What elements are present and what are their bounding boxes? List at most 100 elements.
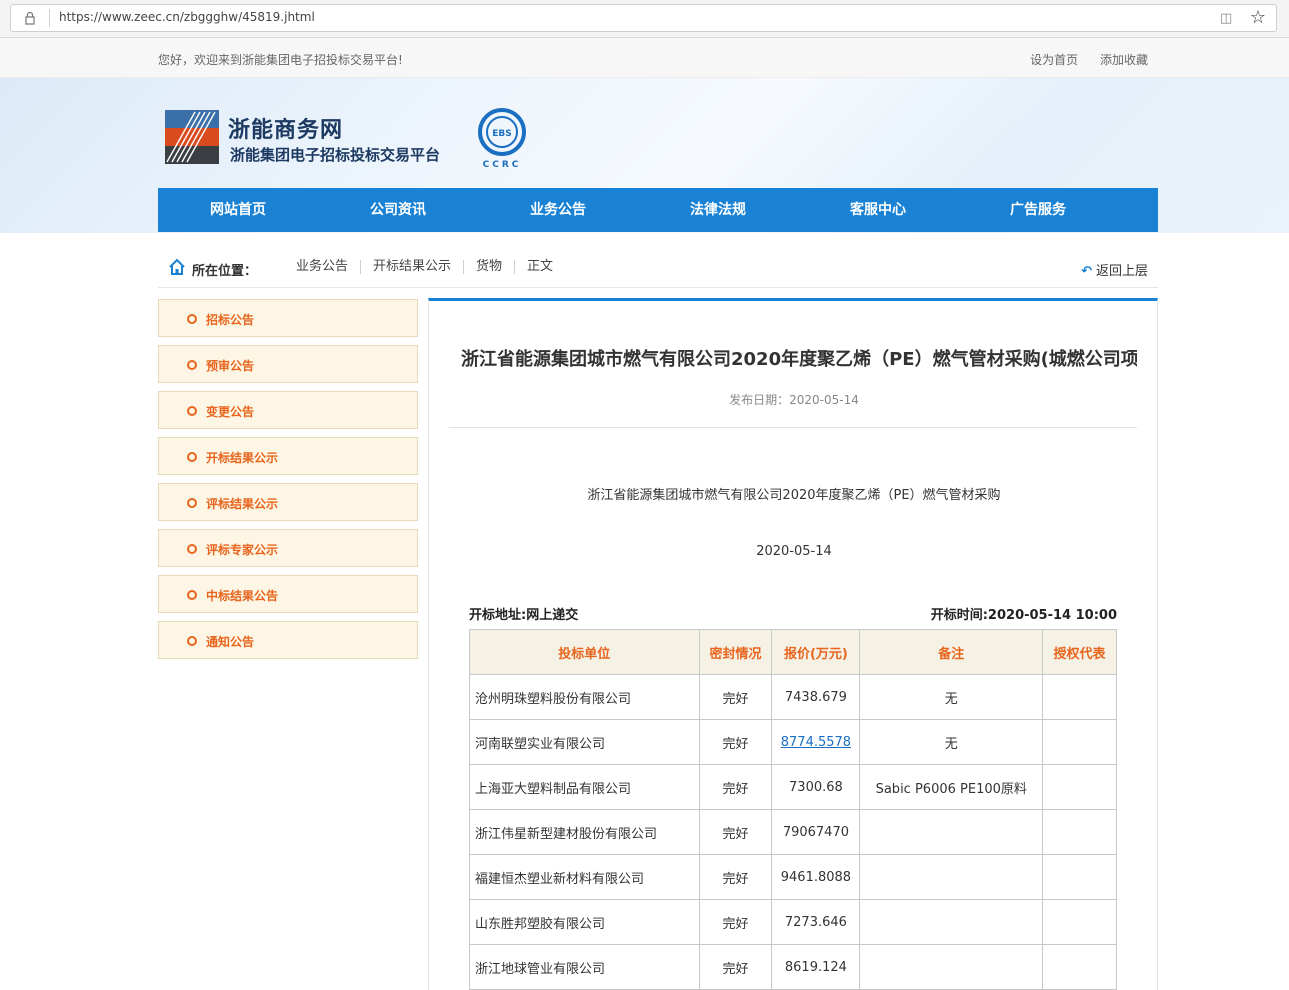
article-date: 2020-05-14 — [756, 544, 832, 559]
seal-cell: 完好 — [698, 944, 773, 990]
logo-subtitle: 浙能集团电子招标投标交易平台 — [230, 146, 441, 164]
circle-bullet-icon — [187, 498, 197, 508]
circle-bullet-icon — [187, 360, 197, 370]
lock-icon — [25, 11, 35, 25]
sidebar-item-label: 通知公告 — [206, 635, 255, 649]
sidebar-item-tender-notice[interactable]: 招标公告 — [158, 299, 418, 337]
nav-ads[interactable]: 广告服务 — [958, 188, 1118, 232]
top-links: 设为首页 添加收藏 — [1012, 51, 1148, 68]
sidebar-item-evaluation-result[interactable]: 评标结果公示 — [158, 483, 418, 521]
home-icon — [169, 258, 185, 275]
sidebar-item-label: 预审公告 — [206, 359, 255, 373]
company-cell: 山东胜邦塑胶有限公司 — [469, 899, 700, 945]
table-row: 浙江地球管业有限公司 完好 8619.124 — [469, 944, 1117, 990]
sidebar-item-bid-opening[interactable]: 开标结果公示 — [158, 437, 418, 475]
nav-news[interactable]: 公司资讯 — [318, 188, 478, 232]
sidebar-item-label: 变更公告 — [206, 405, 255, 419]
ccrc-badge-icon: EBS CCRC — [478, 108, 526, 170]
address-separator — [49, 9, 50, 27]
price-cell: 8619.124 — [771, 944, 861, 990]
breadcrumb-item-announcements[interactable]: 业务公告 — [284, 260, 360, 274]
circle-bullet-icon — [187, 406, 197, 416]
table-header-row: 投标单位 密封情况 报价(万元) 备注 授权代表 — [469, 629, 1117, 675]
sidebar-item-notice[interactable]: 通知公告 — [158, 621, 418, 659]
breadcrumb-items: 业务公告 开标结果公示 货物 正文 — [284, 260, 565, 274]
nav-home[interactable]: 网站首页 — [158, 188, 318, 232]
article-title: 浙江省能源集团城市燃气有限公司2020年度聚乙烯（PE）燃气管材采购(城燃公司项… — [461, 349, 1137, 370]
table-row: 浙江伟星新型建材股份有限公司 完好 79067470 — [469, 809, 1117, 855]
reader-icon[interactable]: ◫ — [1220, 11, 1236, 26]
rep-cell — [1042, 854, 1117, 900]
back-arrow-icon: ↶ — [1081, 264, 1092, 279]
column-header: 备注 — [859, 629, 1044, 675]
sidebar-item-label: 开标结果公示 — [206, 451, 279, 465]
breadcrumb: 所在位置： 业务公告 开标结果公示 货物 正文 ↶ 返回上层 — [158, 246, 1158, 288]
sidebar-item-award-result[interactable]: 中标结果公告 — [158, 575, 418, 613]
sidebar-item-label: 评标专家公示 — [206, 543, 279, 557]
seal-cell: 完好 — [698, 899, 773, 945]
remark-cell — [859, 809, 1044, 855]
back-label: 返回上层 — [1095, 264, 1148, 279]
star-icon[interactable]: ☆ — [1250, 7, 1266, 28]
table-row: 山东胜邦塑胶有限公司 完好 7273.646 — [469, 899, 1117, 945]
back-button[interactable]: ↶ 返回上层 — [1081, 260, 1148, 279]
sidebar-item-label: 招标公告 — [206, 313, 255, 327]
rep-cell — [1042, 944, 1117, 990]
seal-cell: 完好 — [698, 674, 773, 720]
company-logo[interactable] — [165, 110, 219, 164]
table-row: 上海亚大塑料制品有限公司 完好 7300.68 Sabic P6006 PE10… — [469, 764, 1117, 810]
remark-cell: Sabic P6006 PE100原料 — [859, 764, 1044, 810]
open-address: 开标地址:网上递交 — [469, 608, 579, 623]
add-favorite-link[interactable]: 添加收藏 — [1100, 53, 1148, 67]
breadcrumb-item-main-text: 正文 — [514, 260, 565, 274]
rep-cell — [1042, 674, 1117, 720]
company-cell: 沧州明珠塑料股份有限公司 — [469, 674, 700, 720]
breadcrumb-item-goods[interactable]: 货物 — [463, 260, 514, 274]
rep-cell — [1042, 719, 1117, 765]
sidebar-item-experts[interactable]: 评标专家公示 — [158, 529, 418, 567]
sidebar-item-prequalification[interactable]: 预审公告 — [158, 345, 418, 383]
circle-bullet-icon — [187, 452, 197, 462]
url-text[interactable]: https://www.zeec.cn/zbggghw/45819.jhtml — [59, 10, 315, 24]
remark-cell — [859, 854, 1044, 900]
price-cell: 79067470 — [771, 809, 861, 855]
breadcrumb-label: 所在位置： — [192, 264, 258, 279]
circle-bullet-icon — [187, 636, 197, 646]
company-cell: 浙江伟星新型建材股份有限公司 — [469, 809, 700, 855]
nav-service[interactable]: 客服中心 — [798, 188, 958, 232]
nav-laws[interactable]: 法律法规 — [638, 188, 798, 232]
table-row: 河南联塑实业有限公司 完好 8774.5578 无 — [469, 719, 1117, 765]
remark-cell — [859, 944, 1044, 990]
rep-cell — [1042, 764, 1117, 810]
article-panel: 浙江省能源集团城市燃气有限公司2020年度聚乙烯（PE）燃气管材采购(城燃公司项… — [428, 298, 1158, 990]
price-cell: 9461.8088 — [771, 854, 861, 900]
publish-date: 发布日期：2020-05-14 — [729, 393, 859, 407]
svg-text:EBS: EBS — [492, 129, 512, 139]
rep-cell — [1042, 899, 1117, 945]
bid-table: 投标单位 密封情况 报价(万元) 备注 授权代表 沧州明珠塑料股份有限公司 完好… — [469, 629, 1117, 990]
open-time: 开标时间:2020-05-14 10:00 — [930, 608, 1117, 623]
company-cell: 河南联塑实业有限公司 — [469, 719, 700, 765]
seal-cell: 完好 — [698, 764, 773, 810]
sidebar-item-label: 评标结果公示 — [206, 497, 279, 511]
address-bar[interactable]: https://www.zeec.cn/zbggghw/45819.jhtml … — [10, 4, 1277, 32]
seal-cell: 完好 — [698, 854, 773, 900]
price-cell: 7300.68 — [771, 764, 861, 810]
price-link[interactable]: 8774.5578 — [781, 735, 851, 750]
article-subtitle: 浙江省能源集团城市燃气有限公司2020年度聚乙烯（PE）燃气管材采购 — [587, 488, 1001, 503]
divider — [449, 427, 1137, 428]
welcome-text: 您好，欢迎来到浙能集团电子招投标交易平台! — [158, 53, 403, 67]
nav-announcements[interactable]: 业务公告 — [478, 188, 638, 232]
column-header: 报价(万元) — [771, 629, 861, 675]
column-header: 授权代表 — [1042, 629, 1117, 675]
set-home-link[interactable]: 设为首页 — [1030, 53, 1078, 67]
company-cell: 浙江地球管业有限公司 — [469, 944, 700, 990]
price-cell: 8774.5578 — [771, 719, 861, 765]
svg-text:CCRC: CCRC — [483, 160, 522, 170]
remark-cell: 无 — [859, 719, 1044, 765]
circle-bullet-icon — [187, 590, 197, 600]
sidebar-item-change-notice[interactable]: 变更公告 — [158, 391, 418, 429]
logo-title: 浙能商务网 — [228, 118, 344, 143]
table-row: 沧州明珠塑料股份有限公司 完好 7438.679 无 — [469, 674, 1117, 720]
breadcrumb-item-bid-opening[interactable]: 开标结果公示 — [360, 260, 463, 274]
